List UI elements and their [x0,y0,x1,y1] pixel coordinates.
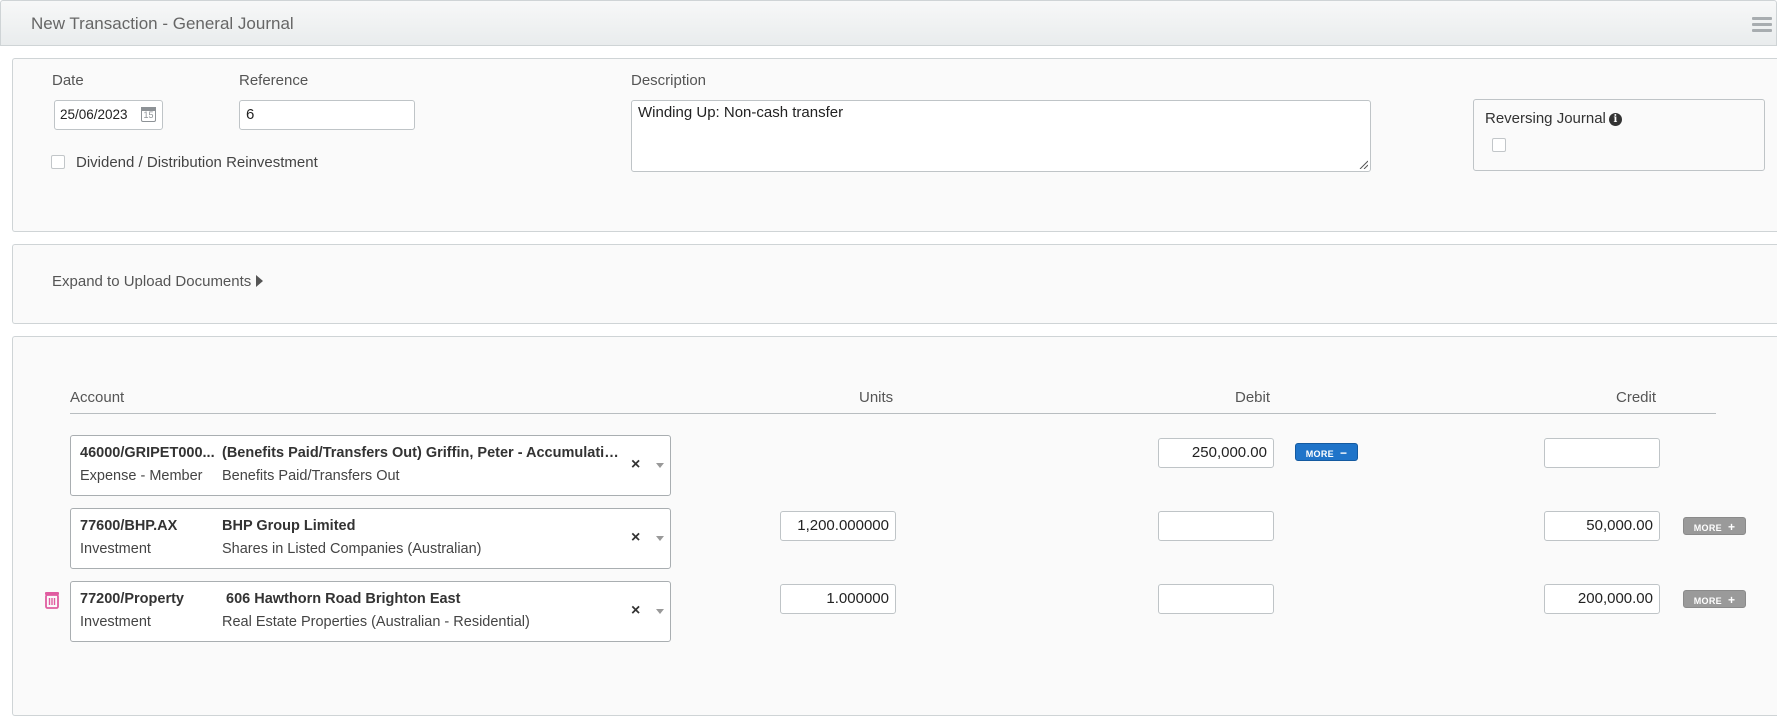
resize-handle-icon[interactable] [1358,159,1368,169]
upload-documents-panel: Expand to Upload Documents [12,244,1777,324]
account-code: 46000/GRIPET000... [80,445,215,461]
window-title: New Transaction - General Journal [31,14,294,33]
date-label: Date [52,72,84,89]
clear-account-icon[interactable]: × [631,529,640,547]
more-button[interactable]: MORE − [1295,443,1358,461]
info-icon[interactable]: i [1608,113,1622,126]
journal-lines-panel: Account Units Debit Credit 46000/GRIPET0… [12,336,1777,716]
reference-input[interactable]: 6 [239,100,415,130]
plus-icon: + [1727,593,1736,607]
description-label: Description [631,72,707,89]
minus-icon: − [1339,446,1348,460]
units-input[interactable]: 1.000000 [780,584,896,614]
credit-input[interactable]: 50,000.00 [1544,511,1660,541]
debit-input[interactable] [1158,584,1274,614]
window-titlebar: New Transaction - General Journal [0,0,1777,46]
clear-account-icon[interactable]: × [631,602,640,620]
account-name: (Benefits Paid/Transfers Out) Griffin, P… [222,445,622,461]
account-type: Expense - Member [80,468,203,484]
account-selector[interactable]: 77200/Property 606 Hawthorn Road Brighto… [70,581,671,642]
chevron-down-icon[interactable] [656,536,664,541]
units-value: 1.000000 [826,590,889,607]
debit-input[interactable] [1158,511,1274,541]
credit-input[interactable] [1544,438,1660,468]
reversing-journal-heading: Reversing Journal i [1485,110,1622,127]
description-textarea[interactable]: Winding Up: Non-cash transfer [631,100,1371,172]
calendar-icon[interactable]: 15 [141,107,156,122]
units-input[interactable]: 1,200.000000 [780,511,896,541]
transaction-header-panel: Date 25/06/2023 15 Reference 6 Dividend … [12,58,1777,232]
dividend-reinvestment-checkbox[interactable] [51,155,65,169]
account-name: BHP Group Limited [222,518,356,534]
account-type: Investment [80,541,151,557]
debit-value: 250,000.00 [1191,444,1267,461]
account-type: Investment [80,614,151,630]
column-header-account: Account [70,389,125,406]
dividend-reinvestment-label: Dividend / Distribution Reinvestment [76,154,318,171]
date-input[interactable]: 25/06/2023 15 [54,100,163,130]
account-category: Real Estate Properties (Australian - Res… [222,614,530,630]
date-value: 25/06/2023 [60,107,128,122]
account-selector[interactable]: 46000/GRIPET000... (Benefits Paid/Transf… [70,435,671,496]
hamburger-menu-icon[interactable] [1752,17,1772,33]
reversing-journal-checkbox[interactable] [1492,138,1506,152]
account-code: 77600/BHP.AX [80,518,178,534]
reversing-journal-box: Reversing Journal i [1473,99,1765,171]
caret-right-icon [256,275,264,287]
column-header-credit: Credit [1616,389,1657,406]
account-category: Benefits Paid/Transfers Out [222,468,400,484]
account-name: 606 Hawthorn Road Brighton East [226,591,461,607]
more-label: MORE [1305,449,1334,459]
more-button[interactable]: MORE + [1683,517,1746,535]
description-value: Winding Up: Non-cash transfer [638,104,844,121]
credit-value: 50,000.00 [1586,517,1653,534]
credit-value: 200,000.00 [1577,590,1653,607]
header-divider [70,413,1716,414]
expand-upload-link[interactable]: Expand to Upload Documents [52,273,264,290]
debit-input[interactable]: 250,000.00 [1158,438,1274,468]
more-label: MORE [1693,596,1722,606]
more-label: MORE [1693,523,1722,533]
column-header-debit: Debit [1235,389,1271,406]
account-category: Shares in Listed Companies (Australian) [222,541,482,557]
chevron-down-icon[interactable] [656,609,664,614]
reversing-journal-label: Reversing Journal [1485,110,1606,127]
chevron-down-icon[interactable] [656,463,664,468]
clear-account-icon[interactable]: × [631,456,640,474]
trash-icon[interactable] [44,591,60,609]
column-header-units: Units [859,389,894,406]
plus-icon: + [1727,520,1736,534]
account-selector[interactable]: 77600/BHP.AX BHP Group Limited Investmen… [70,508,671,569]
reference-value: 6 [246,106,255,123]
credit-input[interactable]: 200,000.00 [1544,584,1660,614]
units-value: 1,200.000000 [797,517,889,534]
reference-label: Reference [239,72,309,89]
more-button[interactable]: MORE + [1683,590,1746,608]
expand-upload-label: Expand to Upload Documents [52,273,252,290]
account-code: 77200/Property [80,591,184,607]
